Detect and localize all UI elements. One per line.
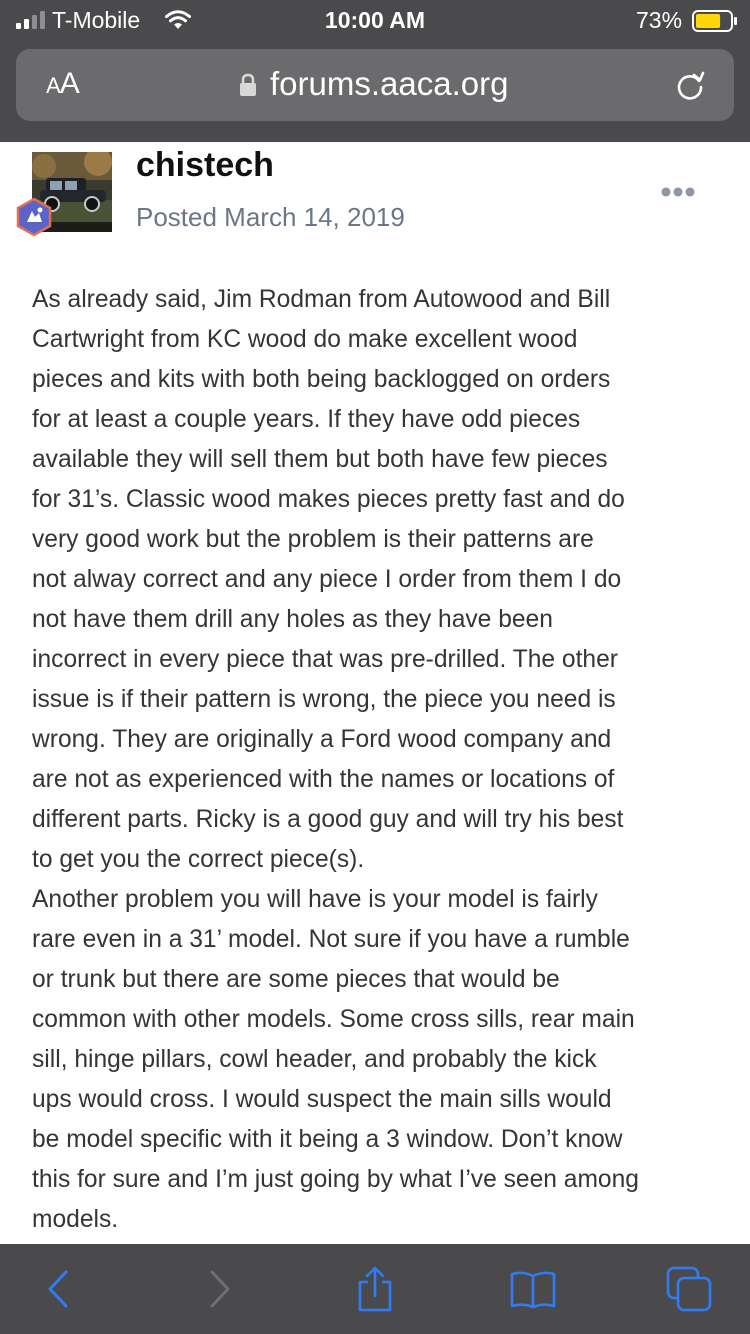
post-text-line: for 31’s. Classic wood makes pieces pret… <box>32 486 625 513</box>
post-text-line: different parts. Ricky is a good guy and… <box>32 806 624 833</box>
post-text-line: not have them drill any holes as they ha… <box>32 606 553 633</box>
member-rank-badge-icon <box>16 197 52 237</box>
post-text-line: Cartwright from KC wood do make excellen… <box>32 326 578 353</box>
battery-icon <box>692 10 737 32</box>
post-text-line: ups would cross. I would suspect the mai… <box>32 1086 612 1113</box>
post-text-line: wrong. They are originally a Ford wood c… <box>32 726 612 753</box>
post-text-line: be model specific with it being a 3 wind… <box>32 1126 623 1153</box>
post-text-line: models. <box>32 1206 119 1233</box>
post-text-line: rare even in a 31’ model. Not sure if yo… <box>32 926 630 953</box>
share-icon[interactable] <box>352 1266 398 1312</box>
post-text-line: very good work but the problem is their … <box>32 526 594 553</box>
post-text-line: sill, hinge pillars, cowl header, and pr… <box>32 1046 597 1073</box>
battery-percent: 73% <box>636 7 683 33</box>
browser-toolbar <box>0 1244 750 1334</box>
bookmarks-icon[interactable] <box>510 1266 556 1312</box>
more-options-icon[interactable] <box>660 184 696 200</box>
post-date[interactable]: Posted March 14, 2019 <box>136 202 405 233</box>
tabs-icon[interactable] <box>666 1266 712 1312</box>
back-icon[interactable] <box>36 1266 82 1312</box>
post-text-line: to get you the correct piece(s). <box>32 846 365 873</box>
post-text-line: are not as experienced with the names or… <box>32 766 615 793</box>
lock-icon <box>240 73 256 96</box>
url-bar[interactable]: AA forums.aaca.org <box>16 49 734 121</box>
post-text-line: this for sure and I’m just going by what… <box>32 1166 639 1193</box>
post-text-line: issue is if their pattern is wrong, the … <box>32 686 616 713</box>
post-text-line: common with other models. Some cross sil… <box>32 1006 635 1033</box>
post-text-line: not alway correct and any piece I order … <box>32 566 622 593</box>
forward-icon[interactable] <box>196 1266 242 1312</box>
post-text-line: for at least a couple years. If they hav… <box>32 406 581 433</box>
url-text[interactable]: forums.aaca.org <box>270 65 508 103</box>
status-bar: T-Mobile 10:00 AM 73% <box>0 0 750 40</box>
post-content: As already said, Jim Rodman from Autowoo… <box>32 280 722 1240</box>
post-text-line: available they will sell them but both h… <box>32 446 608 473</box>
post-text-line: pieces and kits with both being backlogg… <box>32 366 611 393</box>
reload-icon[interactable] <box>672 67 708 103</box>
browser-chrome: T-Mobile 10:00 AM 73% AA forums.aaca.org <box>0 0 750 142</box>
post-text-line: Another problem you will have is your mo… <box>32 886 598 913</box>
author-name[interactable]: chistech <box>136 146 274 185</box>
text-size-button[interactable]: AA <box>46 67 80 101</box>
post-text-line: incorrect in every piece that was pre-dr… <box>32 646 618 673</box>
post-text-line: As already said, Jim Rodman from Autowoo… <box>32 286 611 313</box>
post-text-line: or trunk but there are some pieces that … <box>32 966 560 993</box>
